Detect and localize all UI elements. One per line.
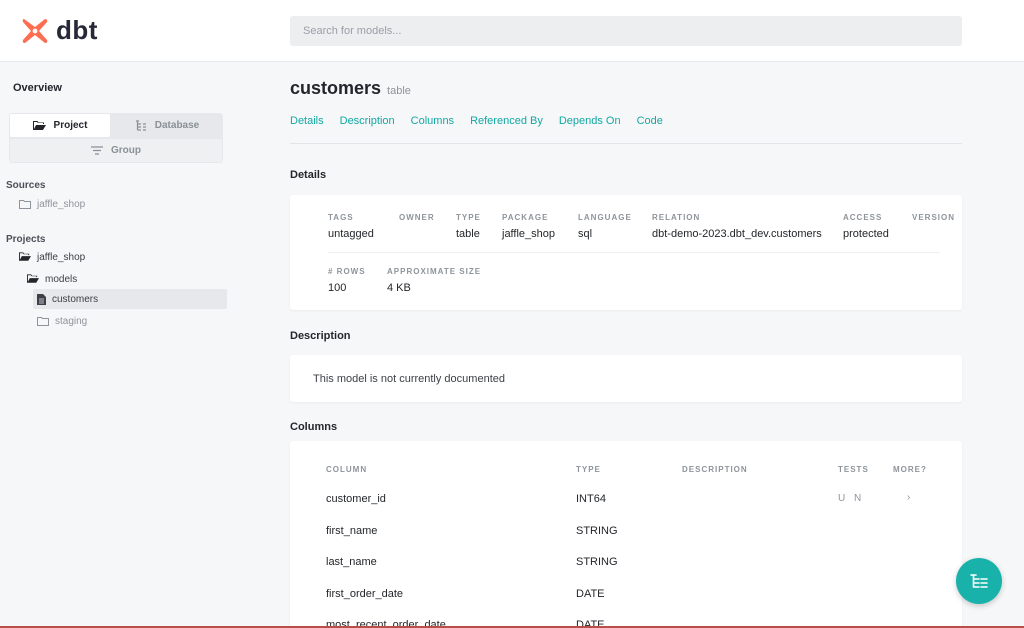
source-item-label: jaffle_shop: [37, 198, 86, 210]
tab-depends-on[interactable]: Depends On: [559, 115, 621, 127]
project-item-label: customers: [52, 293, 99, 305]
description-card: This model is not currently documented: [290, 355, 962, 402]
tab-referenced-by[interactable]: Referenced By: [470, 115, 543, 127]
page-title: customers: [290, 78, 382, 98]
detail-value-tags: untagged: [328, 228, 374, 240]
detail-value-rows: 100: [328, 282, 347, 294]
database-tree-icon: [135, 120, 146, 131]
column-header-description: DESCRIPTION: [682, 465, 748, 474]
column-type: STRING: [576, 556, 618, 568]
columns-card: COLUMN TYPE DESCRIPTION TESTS MORE? cust…: [290, 441, 962, 628]
logo-text: dbt: [56, 15, 98, 45]
details-heading: Details: [290, 169, 327, 181]
project-item-jaffle-shop[interactable]: jaffle_shop: [19, 247, 85, 267]
dbt-logo-icon: [22, 18, 48, 43]
description-text: This model is not currently documented: [313, 373, 505, 385]
detail-label-rows: # ROWS: [328, 267, 366, 276]
sources-heading: Sources: [6, 180, 46, 191]
page-title-row: customers table: [290, 78, 411, 99]
project-item-label: jaffle_shop: [37, 251, 86, 263]
file-icon: [37, 293, 46, 305]
search-input[interactable]: [290, 16, 962, 46]
tab-project-label: Project: [53, 120, 88, 131]
project-item-staging[interactable]: staging: [37, 311, 87, 331]
column-type: INT64: [576, 493, 606, 505]
detail-value-package: jaffle_shop: [502, 228, 556, 240]
description-heading: Description: [290, 330, 351, 342]
project-item-label: models: [45, 273, 78, 285]
tab-details[interactable]: Details: [290, 115, 324, 127]
detail-value-access: protected: [843, 228, 889, 240]
materialization-label: table: [387, 85, 411, 97]
project-item-models[interactable]: models: [27, 269, 77, 289]
detail-value-size: 4 KB: [387, 282, 411, 294]
detail-label-tags: TAGS: [328, 213, 354, 222]
column-name[interactable]: customer_id: [326, 493, 386, 505]
column-name[interactable]: first_name: [326, 525, 377, 537]
detail-label-version: VERSION: [912, 213, 956, 222]
details-card: TAGS untagged OWNER TYPE table PACKAGE j…: [290, 195, 962, 310]
tabs-divider: [290, 143, 962, 144]
overview-link[interactable]: Overview: [13, 82, 62, 94]
column-name[interactable]: first_order_date: [326, 588, 403, 600]
detail-label-package: PACKAGE: [502, 213, 549, 222]
column-header-tests: TESTS: [838, 465, 869, 474]
folder-open-icon: [27, 274, 39, 283]
column-name[interactable]: last_name: [326, 556, 377, 568]
detail-value-relation: dbt-demo-2023.dbt_dev.customers: [652, 228, 822, 240]
lineage-graph-button[interactable]: [956, 558, 1002, 604]
folder-open-icon: [19, 252, 31, 261]
source-item-jaffle-shop[interactable]: jaffle_shop: [19, 194, 85, 214]
detail-label-type: TYPE: [456, 213, 481, 222]
tab-database[interactable]: Database: [112, 114, 222, 137]
view-switcher: Project Database Group: [9, 113, 223, 163]
column-header-column: COLUMN: [326, 465, 368, 474]
detail-value-type: table: [456, 228, 480, 240]
tab-project[interactable]: Project: [10, 114, 110, 137]
sidebar: Overview Project Database Group Sources …: [0, 62, 232, 628]
tab-code[interactable]: Code: [637, 115, 663, 127]
detail-label-relation: RELATION: [652, 213, 701, 222]
column-tests: U N: [838, 493, 865, 504]
column-header-more: MORE?: [893, 465, 927, 474]
detail-label-size: APPROXIMATE SIZE: [387, 267, 482, 276]
columns-heading: Columns: [290, 421, 338, 433]
tab-columns[interactable]: Columns: [411, 115, 454, 127]
filter-icon: [91, 146, 103, 155]
tab-group[interactable]: Group: [10, 139, 222, 162]
detail-label-owner: OWNER: [399, 213, 435, 222]
details-divider: [328, 252, 940, 253]
tab-group-label: Group: [111, 145, 141, 156]
project-item-label: staging: [55, 315, 88, 327]
detail-label-access: ACCESS: [843, 213, 883, 222]
lineage-graph-icon: [970, 574, 988, 588]
detail-label-language: LANGUAGE: [578, 213, 632, 222]
column-type: DATE: [576, 588, 605, 600]
folder-outline-icon: [19, 200, 31, 209]
projects-heading: Projects: [6, 234, 46, 245]
section-tabs: Details Description Columns Referenced B…: [290, 115, 663, 127]
column-type: STRING: [576, 525, 618, 537]
detail-value-language: sql: [578, 228, 593, 240]
project-item-customers[interactable]: customers: [33, 289, 227, 309]
tab-database-label: Database: [154, 120, 200, 131]
expand-row-icon[interactable]: ›: [907, 492, 910, 503]
dbt-logo[interactable]: dbt: [20, 15, 98, 46]
folder-open-icon: [32, 120, 46, 130]
folder-outline-icon: [37, 317, 49, 326]
column-header-type: TYPE: [576, 465, 601, 474]
top-bar: dbt: [0, 0, 1024, 62]
tab-description[interactable]: Description: [340, 115, 395, 127]
